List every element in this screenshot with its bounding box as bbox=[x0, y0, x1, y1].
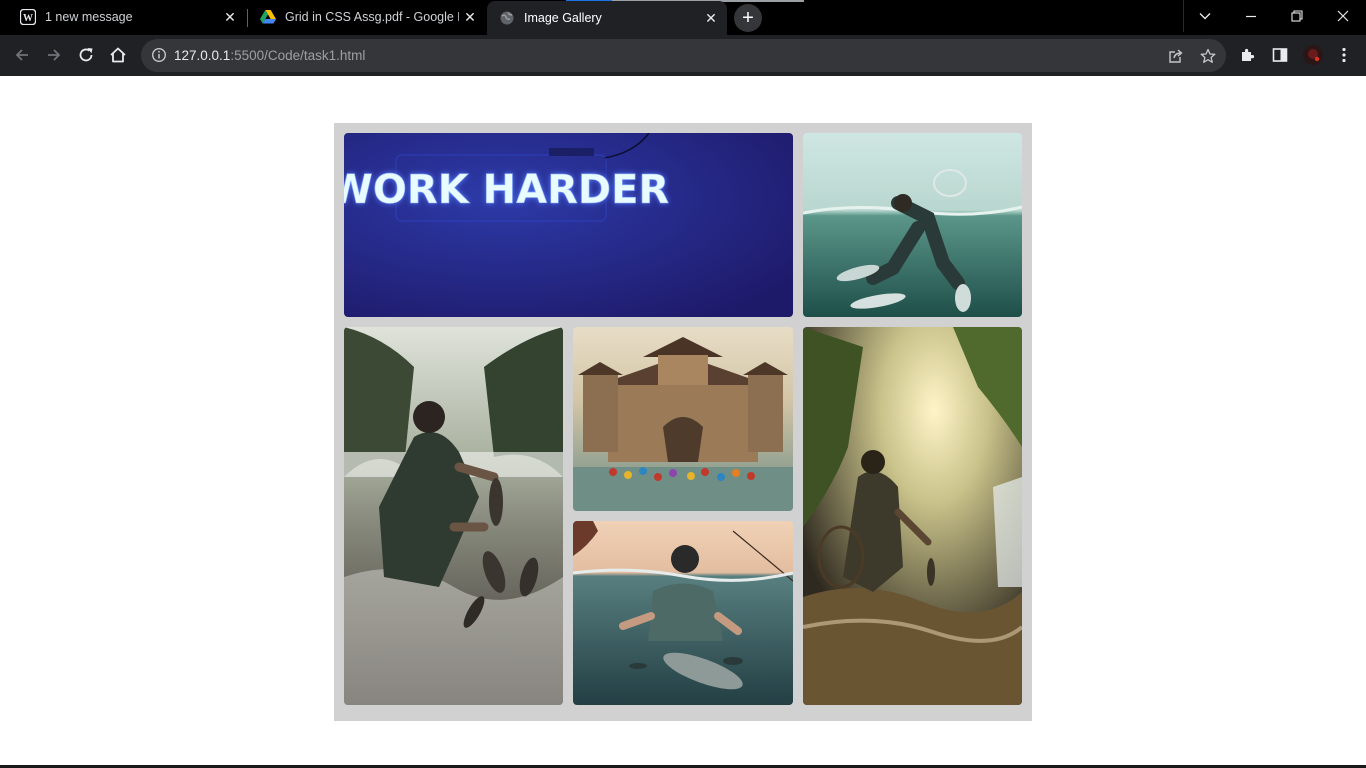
tab-title: 1 new message bbox=[45, 10, 133, 24]
tab-message[interactable]: W 1 new message ✕ bbox=[8, 1, 246, 33]
tab-image-gallery[interactable]: Image Gallery ✕ bbox=[487, 1, 727, 35]
arrow-left-icon bbox=[15, 49, 28, 61]
back-button[interactable] bbox=[7, 40, 37, 70]
tab-title: Grid in CSS Assg.pdf - Google D bbox=[285, 10, 459, 24]
minimize-icon bbox=[1246, 15, 1256, 18]
chevron-down-icon bbox=[1199, 13, 1211, 20]
extensions-puzzle-icon[interactable] bbox=[1236, 43, 1260, 67]
reload-icon bbox=[79, 48, 93, 62]
globe-icon bbox=[499, 10, 515, 26]
window-controls-separator bbox=[1183, 0, 1184, 32]
close-window-button[interactable] bbox=[1320, 0, 1366, 32]
river-fisherman-image bbox=[344, 327, 563, 705]
waterfall-fisherman-image bbox=[803, 327, 1022, 705]
svg-text:W: W bbox=[23, 13, 33, 24]
arrow-right-icon bbox=[48, 49, 61, 61]
url-host: 127.0.0.1 bbox=[174, 48, 231, 63]
home-button[interactable] bbox=[103, 40, 133, 70]
palace-festival-image bbox=[573, 327, 793, 511]
page-viewport: WORK HARDER WORK HARDER bbox=[0, 76, 1366, 768]
url-path: :5500/Code/task1.html bbox=[230, 48, 366, 63]
close-icon[interactable]: ✕ bbox=[700, 7, 722, 29]
address-bar[interactable]: 127.0.0.1:5500/Code/task1.html bbox=[141, 39, 1226, 72]
profile-avatar[interactable] bbox=[1301, 43, 1325, 67]
home-icon bbox=[110, 47, 126, 63]
tab-title: Image Gallery bbox=[524, 11, 602, 25]
share-icon[interactable] bbox=[1165, 45, 1187, 67]
underwater-fisher-image bbox=[803, 133, 1022, 317]
tab-strip: W 1 new message ✕ Grid in CSS Assg.pdf -… bbox=[0, 0, 1366, 35]
minimize-button[interactable] bbox=[1228, 0, 1274, 32]
tab-search-button[interactable] bbox=[1182, 0, 1228, 32]
close-icon bbox=[1337, 10, 1349, 22]
restore-icon bbox=[1291, 10, 1303, 22]
browser-toolbar: 127.0.0.1:5500/Code/task1.html bbox=[0, 35, 1366, 76]
info-icon[interactable] bbox=[151, 47, 167, 63]
google-drive-icon bbox=[260, 9, 276, 25]
image-gallery-grid: WORK HARDER WORK HARDER bbox=[334, 123, 1032, 721]
close-icon[interactable]: ✕ bbox=[219, 6, 241, 28]
bookmark-star-icon[interactable] bbox=[1197, 45, 1219, 67]
new-tab-button[interactable]: + bbox=[734, 4, 762, 32]
neon-sign-text: WORK HARDER bbox=[344, 167, 669, 213]
tab-google-drive[interactable]: Grid in CSS Assg.pdf - Google D ✕ bbox=[248, 1, 486, 33]
restore-button[interactable] bbox=[1274, 0, 1320, 32]
side-panel-icon[interactable] bbox=[1268, 43, 1292, 67]
url-text[interactable]: 127.0.0.1:5500/Code/task1.html bbox=[174, 48, 365, 63]
forward-button[interactable] bbox=[39, 40, 69, 70]
wordpress-icon: W bbox=[20, 9, 36, 25]
neon-sign-image: WORK HARDER WORK HARDER bbox=[344, 133, 793, 317]
reload-button[interactable] bbox=[71, 40, 101, 70]
close-icon[interactable]: ✕ bbox=[459, 6, 481, 28]
more-menu-icon[interactable] bbox=[1332, 43, 1356, 67]
diver-with-fish-image bbox=[573, 521, 793, 705]
